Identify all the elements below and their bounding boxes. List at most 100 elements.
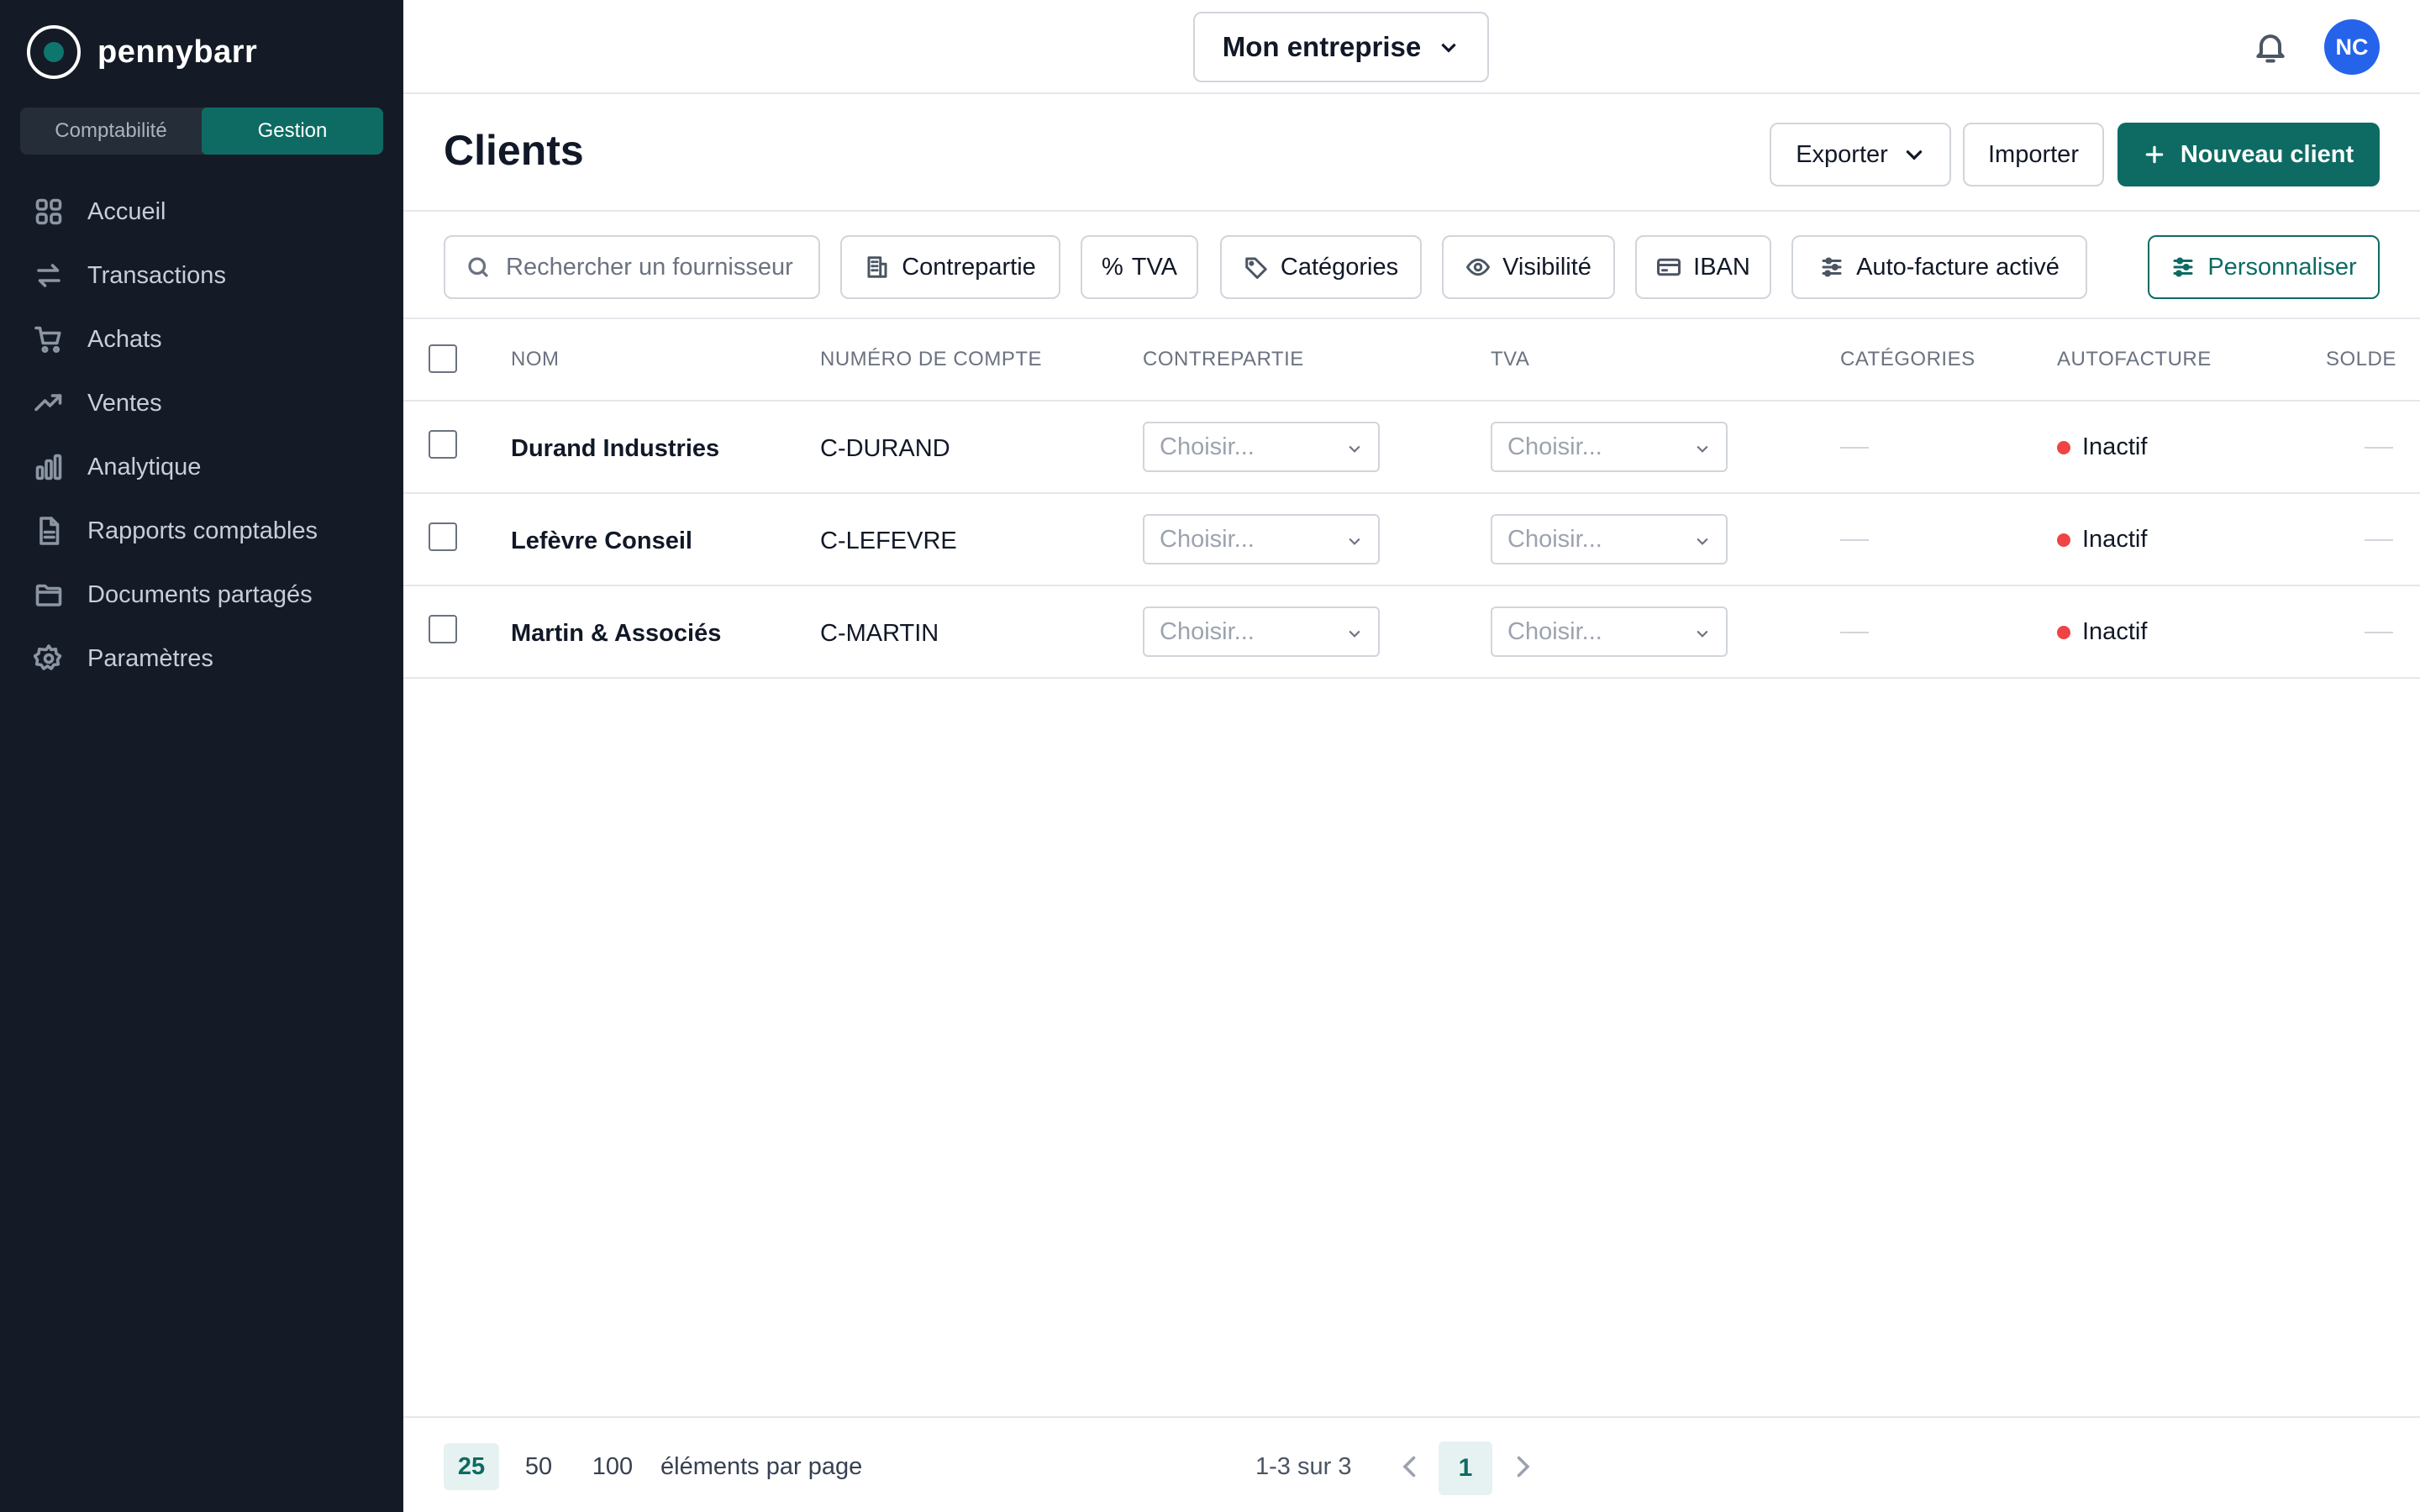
filter-autofacture-button[interactable]: Auto-facture activé xyxy=(1791,235,2087,299)
tva-select[interactable]: Choisir... xyxy=(1491,422,1728,472)
search-icon xyxy=(468,257,488,277)
column-header-tva[interactable]: TVA xyxy=(1491,348,1529,371)
filter-visibilite-button[interactable]: Visibilité xyxy=(1442,235,1615,299)
column-header-nom[interactable]: NOM xyxy=(511,348,560,371)
per-page-100-button[interactable]: 100 xyxy=(578,1443,647,1490)
contrepartie-select[interactable]: Choisir... xyxy=(1143,606,1380,657)
filter-label: Personnaliser xyxy=(2207,253,2357,281)
grid-icon xyxy=(34,197,64,227)
page-title: Clients xyxy=(444,127,584,174)
plus-icon xyxy=(2145,145,2164,164)
filter-label: Auto-facture activé xyxy=(1856,253,2060,281)
credit-card-icon xyxy=(1657,258,1681,276)
current-page-button[interactable]: 1 xyxy=(1439,1441,1492,1495)
user-avatar[interactable]: NC xyxy=(2324,19,2380,75)
pagination-footer: 25 50 100 éléments par page 1-3 sur 3 1 xyxy=(403,1416,2420,1512)
status-dot-icon xyxy=(2057,440,2070,454)
chevron-down-icon xyxy=(1697,630,1708,638)
sidebar-item-label: Ventes xyxy=(87,389,162,417)
new-client-button[interactable]: Nouveau client xyxy=(2118,123,2380,186)
column-header-numero-compte[interactable]: NUMÉRO DE COMPTE xyxy=(820,348,1042,371)
column-header-categories[interactable]: CATÉGORIES xyxy=(1840,348,1975,371)
per-page-50-button[interactable]: 50 xyxy=(511,1443,566,1490)
empty-categories xyxy=(1840,632,1869,633)
company-selector[interactable]: Mon entreprise xyxy=(1193,12,1489,82)
filter-label: Catégories xyxy=(1280,253,1399,281)
column-header-contrepartie[interactable]: CONTREPARTIE xyxy=(1143,348,1304,371)
sidebar-item-rapports[interactable]: Rapports comptables xyxy=(20,499,383,563)
sidebar-item-accueil[interactable]: Accueil xyxy=(20,180,383,244)
status-dot-icon xyxy=(2057,533,2070,547)
empty-categories xyxy=(1840,539,1869,541)
select-placeholder: Choisir... xyxy=(1160,525,1255,553)
tag-icon xyxy=(1245,257,1267,279)
filter-tva-button[interactable]: % TVA xyxy=(1081,235,1198,299)
empty-categories xyxy=(1840,447,1869,449)
import-label: Importer xyxy=(1988,140,2079,168)
row-checkbox[interactable] xyxy=(429,615,457,643)
search-input[interactable] xyxy=(506,253,808,281)
sidebar-item-parametres[interactable]: Paramètres xyxy=(20,627,383,690)
filter-categories-button[interactable]: Catégories xyxy=(1220,235,1422,299)
import-button[interactable]: Importer xyxy=(1963,123,2104,186)
sidebar-item-label: Transactions xyxy=(87,261,226,289)
empty-solde xyxy=(2365,539,2393,541)
filter-iban-button[interactable]: IBAN xyxy=(1635,235,1771,299)
sidebar-item-achats[interactable]: Achats xyxy=(20,307,383,371)
mode-comptabilite-button[interactable]: Comptabilité xyxy=(20,108,202,155)
next-page-chevron-right-icon[interactable] xyxy=(1507,1452,1538,1482)
select-placeholder: Choisir... xyxy=(1507,617,1602,645)
client-name[interactable]: Martin & Associés xyxy=(511,620,721,648)
export-button[interactable]: Exporter xyxy=(1770,123,1951,186)
mode-switch: Comptabilité Gestion xyxy=(20,108,383,155)
filter-label: IBAN xyxy=(1693,253,1750,281)
export-label: Exporter xyxy=(1796,140,1888,168)
table-row[interactable]: Lefèvre Conseil C-LEFEVRE Choisir... Cho… xyxy=(403,494,2420,586)
chevron-down-icon xyxy=(1697,445,1708,453)
topbar: Mon entreprise NC xyxy=(403,0,2420,94)
filter-label: Visibilité xyxy=(1502,253,1591,281)
column-header-solde[interactable]: SOLDE xyxy=(2326,348,2396,371)
document-icon xyxy=(34,516,64,546)
filter-contrepartie-button[interactable]: Contrepartie xyxy=(840,235,1060,299)
personnaliser-button[interactable]: Personnaliser xyxy=(2148,235,2380,299)
sidebar-item-transactions[interactable]: Transactions xyxy=(20,244,383,307)
contrepartie-select[interactable]: Choisir... xyxy=(1143,514,1380,564)
row-checkbox[interactable] xyxy=(429,522,457,551)
sidebar-item-documents[interactable]: Documents partagés xyxy=(20,563,383,627)
percent-icon: % xyxy=(1101,253,1123,281)
mode-gestion-button[interactable]: Gestion xyxy=(202,108,383,155)
contrepartie-select[interactable]: Choisir... xyxy=(1143,422,1380,472)
bar-chart-icon xyxy=(34,452,64,482)
column-header-autofacture[interactable]: AUTOFACTURE xyxy=(2057,348,2212,371)
tva-select[interactable]: Choisir... xyxy=(1491,606,1728,657)
select-placeholder: Choisir... xyxy=(1160,617,1255,645)
notifications-bell-icon[interactable] xyxy=(2252,29,2289,66)
client-name[interactable]: Durand Industries xyxy=(511,435,719,463)
status-label: Inactif xyxy=(2082,618,2148,645)
row-checkbox[interactable] xyxy=(429,430,457,459)
table-row[interactable]: Martin & Associés C-MARTIN Choisir... Ch… xyxy=(403,586,2420,679)
trending-up-icon xyxy=(34,388,64,418)
gear-icon xyxy=(34,643,64,674)
table-header: NOM NUMÉRO DE COMPTE CONTREPARTIE TVA CA… xyxy=(403,319,2420,402)
sidebar-item-ventes[interactable]: Ventes xyxy=(20,371,383,435)
client-name[interactable]: Lefèvre Conseil xyxy=(511,528,692,555)
page-header: Clients Exporter Importer Nouveau client xyxy=(403,94,2420,212)
account-number: C-DURAND xyxy=(820,435,950,462)
previous-page-chevron-left-icon[interactable] xyxy=(1395,1452,1425,1482)
brand[interactable]: pennybarr xyxy=(27,25,257,79)
search-box[interactable] xyxy=(444,235,820,299)
select-all-checkbox[interactable] xyxy=(429,344,457,373)
account-number: C-MARTIN xyxy=(820,620,939,647)
sidebar-item-label: Accueil xyxy=(87,197,166,225)
per-page-25-button[interactable]: 25 xyxy=(444,1443,499,1490)
pagination-range: 1-3 sur 3 xyxy=(1255,1453,1352,1480)
chevron-down-icon xyxy=(1906,150,1923,160)
sidebar-item-analytique[interactable]: Analytique xyxy=(20,435,383,499)
filter-bar: Contrepartie % TVA Catégories Visibilité… xyxy=(403,212,2420,319)
brand-logo-icon xyxy=(27,25,81,79)
table-row[interactable]: Durand Industries C-DURAND Choisir... Ch… xyxy=(403,402,2420,494)
status-label: Inactif xyxy=(2082,433,2148,460)
tva-select[interactable]: Choisir... xyxy=(1491,514,1728,564)
